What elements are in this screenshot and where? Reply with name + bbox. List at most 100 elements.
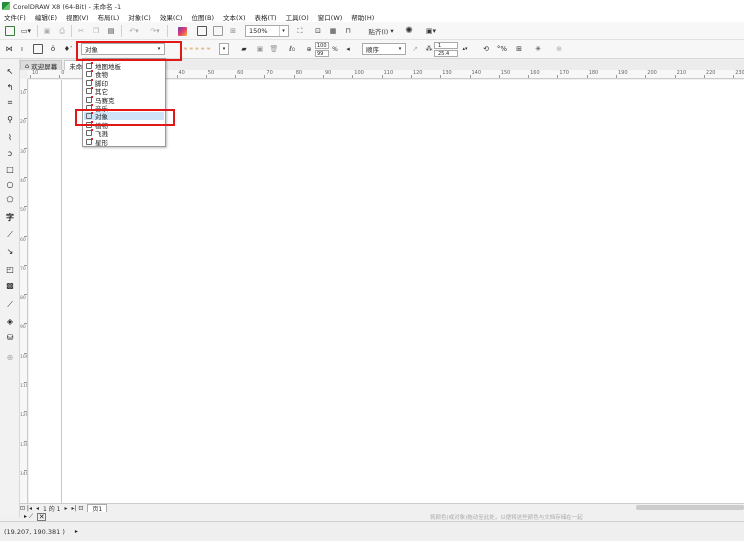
prev-page-button[interactable]: ◂ <box>36 505 39 512</box>
menu-layout[interactable]: 布局(L) <box>98 12 120 22</box>
chevron-down-icon[interactable]: ▾ <box>279 26 287 36</box>
open-folder-icon[interactable]: ▰ <box>238 43 250 55</box>
gear-icon[interactable]: ✺ <box>403 25 415 37</box>
offset-icon[interactable]: °% <box>495 43 509 55</box>
no-color-swatch-icon[interactable]: ✕ <box>37 512 47 521</box>
spacing-field[interactable]: 25.4 <box>434 50 458 57</box>
last-page-button[interactable]: ▸| ⊡ <box>71 505 83 512</box>
size-height-field[interactable]: 99 <box>315 50 329 57</box>
pick-tool-icon[interactable]: ↖ <box>4 65 16 77</box>
brush-icon[interactable]: ı <box>17 43 27 55</box>
crop-tool-icon[interactable]: ⌗ <box>4 97 16 109</box>
freehand-tool-icon[interactable]: ⌇ <box>4 131 16 143</box>
parallel-dimension-tool-icon[interactable]: ⟋ <box>4 229 16 241</box>
save-icon[interactable]: ▣ <box>41 25 53 37</box>
print-icon[interactable]: ⎙ <box>56 25 68 37</box>
menu-text[interactable]: 文本(X) <box>223 12 246 22</box>
spray-pattern-preview[interactable]: ≈ ≈ ≈ ≈ ≈ <box>180 43 214 55</box>
artistic-media-preset-icon[interactable]: ⋈ <box>3 43 15 55</box>
polygon-tool-icon[interactable]: ⬠ <box>4 193 16 205</box>
horizontal-scrollbar[interactable] <box>636 505 744 510</box>
chevron-down-icon[interactable]: ▾ <box>155 44 163 54</box>
dabs-field[interactable]: 1 <box>434 42 458 49</box>
chevron-down-icon[interactable]: ▾ <box>396 44 404 54</box>
size-width-field[interactable]: 100 <box>315 42 329 49</box>
reset-size-icon[interactable]: ◂ <box>343 43 353 55</box>
copy-icon[interactable]: ❐ <box>90 25 102 37</box>
drop-shadow-tool-icon[interactable]: ◰ <box>4 263 16 275</box>
snap-to-dropdown[interactable]: 贴齐(I) ▾ <box>362 25 400 37</box>
redo-icon[interactable]: ↷▾ <box>146 25 164 37</box>
rotation-icon[interactable]: ⟲ <box>480 43 492 55</box>
grid-icon[interactable]: ▦ <box>327 25 339 37</box>
freeze-icon[interactable]: ✳ <box>532 43 544 55</box>
import-icon[interactable] <box>196 25 208 37</box>
dabs-icon[interactable]: ⁂ <box>424 43 434 55</box>
menu-tools[interactable]: 工具(O) <box>286 12 309 22</box>
ellipse-tool-icon[interactable]: ○ <box>4 178 16 190</box>
dropdown-option[interactable]: 星形 <box>84 137 164 147</box>
text-tool-icon[interactable]: 字 <box>4 211 16 223</box>
status-expand-icon[interactable]: ▸ <box>75 528 78 535</box>
category-select[interactable]: 对象 ▾ <box>81 43 165 55</box>
spray-pattern-dropdown[interactable]: ▾ <box>219 43 229 55</box>
delete-icon[interactable]: 🗑 <box>268 43 280 55</box>
smart-fill-tool-icon[interactable]: ⛁ <box>4 331 16 343</box>
ruler-tick <box>24 352 27 354</box>
add-to-spray-icon[interactable]: ↗ <box>410 43 420 55</box>
application-launcher-icon[interactable]: ▣▾ <box>422 25 440 37</box>
menu-edit[interactable]: 编辑(E) <box>35 12 57 22</box>
artistic-media-tool-icon[interactable]: ↄ <box>4 147 16 159</box>
undo-icon[interactable]: ↶▾ <box>125 25 143 37</box>
menu-window[interactable]: 窗口(W) <box>318 12 343 22</box>
cut-icon[interactable]: ✂ <box>75 25 87 37</box>
ruler-label: 210 <box>676 70 687 76</box>
rulers-icon[interactable]: ⊡ <box>312 25 324 37</box>
interactive-fill-tool-icon[interactable]: ◈ <box>4 315 16 327</box>
add-tool-icon[interactable]: ⊕ <box>4 351 16 363</box>
menu-table[interactable]: 表格(T) <box>255 12 277 22</box>
sprayer-icon[interactable] <box>32 43 44 55</box>
save-spray-icon[interactable]: ▣ <box>254 43 266 55</box>
spray-order-icon[interactable]: ℓ₀ <box>286 43 298 55</box>
zoom-level-field[interactable]: 150% ▾ <box>245 25 289 37</box>
size-lock-icon[interactable]: ⊕ <box>304 43 314 55</box>
menu-file[interactable]: 文件(F) <box>4 12 26 22</box>
connector-tool-icon[interactable]: ↘ <box>4 245 16 257</box>
tab-welcome[interactable]: ⌂ 欢迎屏幕 <box>20 60 63 71</box>
page-tab[interactable]: 页1 <box>87 504 108 513</box>
zoom-tool-icon[interactable]: ⚲ <box>4 113 16 125</box>
calligraphic-icon[interactable]: ȏ <box>48 43 58 55</box>
menu-help[interactable]: 帮助(H) <box>351 12 374 22</box>
menu-bitmaps[interactable]: 位图(B) <box>191 12 214 22</box>
app-logo-icon <box>2 1 10 10</box>
palette-menu-icon[interactable]: ▸ ⟋ <box>24 513 33 521</box>
pressure-icon[interactable]: ♦ʼ <box>62 43 74 55</box>
open-document-icon[interactable]: ▭▾ <box>18 25 34 37</box>
export-icon[interactable] <box>212 25 224 37</box>
new-document-icon[interactable] <box>4 25 16 37</box>
menu-view[interactable]: 视图(V) <box>66 12 89 22</box>
paste-icon[interactable]: ▤ <box>105 25 117 37</box>
spray-order-select[interactable]: 顺序 ▾ <box>362 43 406 55</box>
publish-pdf-icon[interactable]: ⊞ <box>227 25 239 37</box>
guidelines-icon[interactable]: ⊓ <box>342 25 354 37</box>
stepper-icon[interactable]: ▴▾ <box>460 43 470 55</box>
menu-effects[interactable]: 效果(C) <box>160 12 183 22</box>
ruler-label: 230 <box>735 70 744 76</box>
reset-values-icon[interactable]: ⊞ <box>513 43 525 55</box>
ruler-tick <box>24 89 27 90</box>
search-content-icon[interactable] <box>176 25 188 37</box>
transparency-tool-icon[interactable]: ▩ <box>4 279 16 291</box>
ruler-tick <box>24 264 27 266</box>
rectangle-tool-icon[interactable]: □ <box>4 163 16 175</box>
next-page-button[interactable]: ▸ <box>64 505 67 512</box>
shape-tool-icon[interactable]: ↰ <box>4 81 16 93</box>
eyedropper-tool-icon[interactable]: ⟋ <box>4 299 16 311</box>
chevron-down-icon[interactable]: ▾ <box>220 44 228 54</box>
add-icon[interactable]: ⊕ <box>553 43 565 55</box>
first-page-button[interactable]: ⊡ |◂ <box>20 505 32 512</box>
vertical-ruler[interactable]: 10 20 30 40 50 60 70 80 90 100 110 120 130 140 <box>20 79 28 503</box>
full-screen-icon[interactable]: ⛶ <box>294 25 306 37</box>
menu-object[interactable]: 对象(C) <box>128 12 151 22</box>
